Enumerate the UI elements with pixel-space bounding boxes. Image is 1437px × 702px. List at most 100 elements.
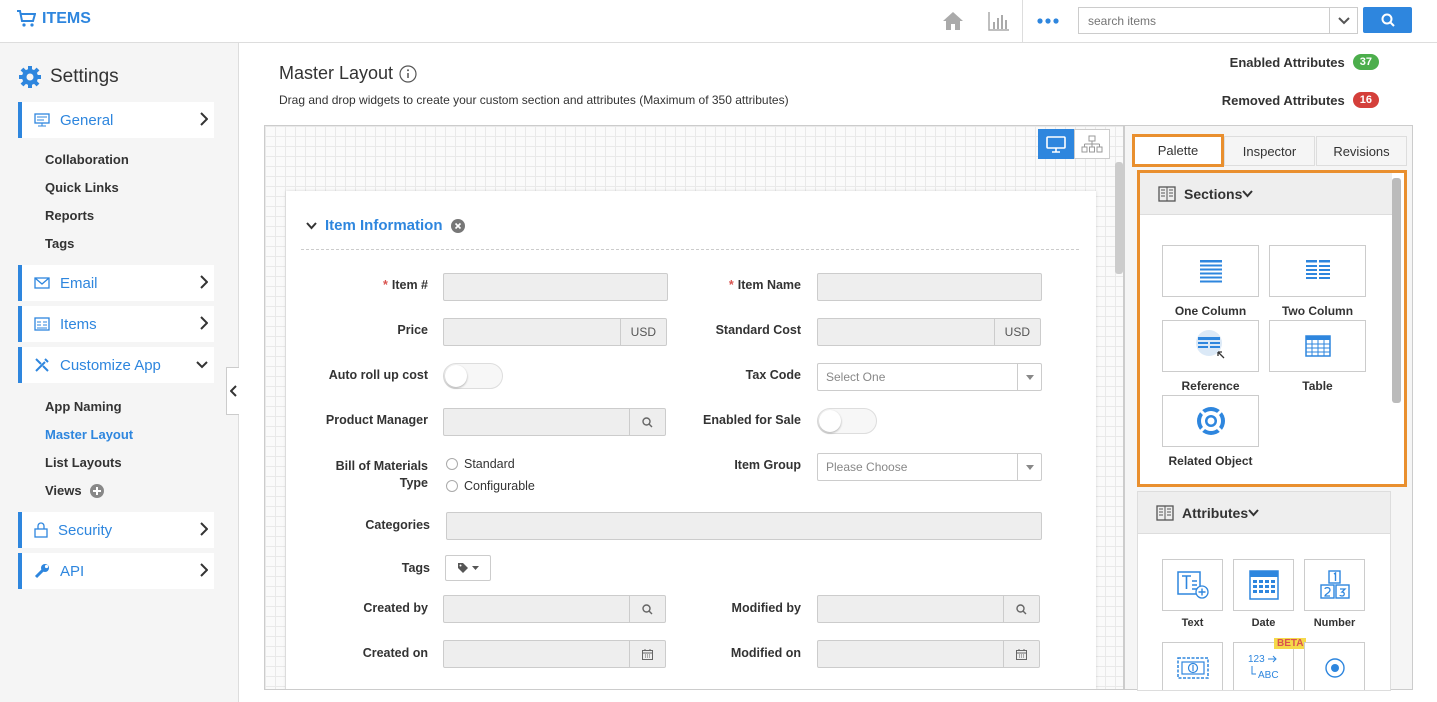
views-label: Views — [45, 483, 82, 498]
section-header[interactable]: Item Information — [306, 217, 465, 234]
standard-cost-field[interactable]: USD — [817, 318, 1041, 346]
sidebar-subitem-reports[interactable]: Reports — [45, 208, 94, 223]
tags-dropdown[interactable] — [445, 555, 491, 581]
one-column-icon — [1199, 260, 1222, 283]
item-group-select[interactable]: Please Choose — [817, 453, 1042, 481]
sidebar-subitem-views[interactable]: Views — [45, 483, 104, 498]
reports-button[interactable] — [976, 0, 1022, 42]
product-manager-field[interactable] — [443, 408, 666, 436]
palette-scrollbar[interactable] — [1392, 178, 1401, 403]
sidebar-item-api[interactable]: API — [18, 553, 214, 589]
related-object-widget[interactable] — [1162, 395, 1259, 447]
sidebar-subitem-master-layout[interactable]: Master Layout — [45, 427, 133, 442]
auto-roll-up-toggle[interactable] — [443, 363, 503, 389]
item-name-field[interactable] — [817, 273, 1042, 301]
section-title: Item Information — [325, 217, 443, 234]
modified-by-field[interactable] — [817, 595, 1040, 623]
date-picker-button[interactable] — [1003, 641, 1039, 667]
sidebar-item-label: Items — [60, 315, 97, 333]
sidebar-item-customize-app[interactable]: Customize App — [18, 347, 214, 383]
auto-roll-up-label: Auto roll up cost — [328, 368, 428, 382]
chevron-right-icon — [200, 563, 208, 577]
sections-header[interactable]: Sections — [1140, 173, 1392, 215]
search-input[interactable] — [1079, 8, 1329, 33]
removed-attributes[interactable]: Removed Attributes 16 — [1222, 92, 1379, 108]
sections-palette: Sections One Column Two Column Reference… — [1137, 170, 1407, 487]
reference-icon — [1195, 330, 1224, 359]
svg-text:123: 123 — [1248, 654, 1265, 665]
layout-canvas: Item Information * Item # * Item Name Pric… — [264, 125, 1124, 690]
sidebar-item-general[interactable]: General — [18, 102, 214, 138]
tax-code-select[interactable]: Select One — [817, 363, 1042, 391]
removed-attributes-label: Removed Attributes — [1221, 92, 1345, 108]
calendar-grid-icon — [1248, 570, 1279, 600]
sidebar-item-security[interactable]: Security — [18, 512, 214, 548]
date-attribute-widget[interactable] — [1233, 559, 1294, 611]
date-attribute-label: Date — [1251, 617, 1276, 629]
sidebar-item-email[interactable]: Email — [18, 265, 214, 301]
item-number-field[interactable] — [443, 273, 668, 301]
tab-revisions[interactable]: Revisions — [1316, 136, 1407, 166]
enabled-for-sale-toggle[interactable] — [817, 408, 877, 434]
sidebar-subitem-collaboration[interactable]: Collaboration — [45, 152, 129, 167]
view-toggle — [1038, 129, 1110, 159]
canvas-scrollbar[interactable] — [1115, 162, 1123, 274]
date-picker-button[interactable] — [629, 641, 665, 667]
table-widget[interactable] — [1269, 320, 1366, 372]
number-to-text-attribute-widget[interactable]: 123 ABC — [1233, 642, 1294, 690]
enabled-attributes[interactable]: Enabled Attributes 37 — [1230, 54, 1379, 70]
more-button[interactable] — [1022, 0, 1072, 42]
lookup-button[interactable] — [1003, 596, 1039, 622]
two-column-icon — [1305, 260, 1330, 279]
tag-icon — [458, 563, 468, 573]
modified-on-field[interactable] — [817, 640, 1040, 668]
cart-icon — [17, 10, 36, 27]
sitemap-icon — [1081, 135, 1103, 153]
bom-standard-radio[interactable]: Standard — [446, 457, 515, 471]
created-on-field[interactable] — [443, 640, 666, 668]
sidebar-item-label: General — [60, 111, 114, 129]
sidebar-item-label: Security — [58, 521, 113, 539]
bom-configurable-radio[interactable]: Configurable — [446, 479, 535, 493]
categories-field[interactable] — [446, 512, 1042, 540]
settings-heading: Settings — [18, 65, 119, 89]
sidebar-subitem-tags[interactable]: Tags — [45, 236, 74, 251]
text-attribute-widget[interactable] — [1162, 559, 1223, 611]
tree-view-button[interactable] — [1074, 129, 1110, 159]
created-by-field[interactable] — [443, 595, 666, 623]
radio-circle — [446, 480, 458, 492]
sidebar-collapse-button[interactable] — [226, 367, 239, 415]
sidebar-subitem-list-layouts[interactable]: List Layouts — [45, 455, 122, 470]
radio-attribute-widget[interactable] — [1304, 642, 1365, 690]
price-field[interactable]: USD — [443, 318, 667, 346]
envelope-icon — [34, 277, 50, 289]
tab-inspector[interactable]: Inspector — [1224, 136, 1315, 166]
reference-widget[interactable] — [1162, 320, 1259, 372]
bar-chart-icon — [988, 12, 1009, 31]
app-title-label: ITEMS — [42, 10, 91, 27]
home-button[interactable] — [930, 0, 976, 42]
search-dropdown[interactable] — [1329, 8, 1357, 33]
sidebar-subitem-app-naming[interactable]: App Naming — [45, 399, 122, 414]
search-button[interactable] — [1363, 7, 1412, 33]
one-column-widget[interactable] — [1162, 245, 1259, 297]
sidebar-item-items[interactable]: Items — [18, 306, 214, 342]
close-circle-icon[interactable] — [450, 218, 465, 233]
modified-by-label: Modified by — [731, 601, 801, 615]
tab-palette[interactable]: Palette — [1132, 134, 1224, 167]
number-attribute-widget[interactable] — [1304, 559, 1365, 611]
search-icon — [642, 603, 653, 614]
plus-circle-icon[interactable] — [89, 483, 104, 498]
currency-attribute-widget[interactable] — [1162, 642, 1223, 690]
attributes-header[interactable]: Attributes — [1138, 492, 1390, 534]
radio-circle — [446, 458, 458, 470]
lookup-button[interactable] — [629, 596, 665, 622]
top-icons — [930, 0, 1072, 42]
two-column-widget[interactable] — [1269, 245, 1366, 297]
info-icon[interactable] — [399, 64, 417, 83]
desktop-view-button[interactable] — [1038, 129, 1074, 159]
caret-down-icon — [1025, 464, 1034, 470]
app-title[interactable]: ITEMS — [16, 10, 91, 28]
lookup-button[interactable] — [629, 409, 665, 435]
sidebar-subitem-quick-links[interactable]: Quick Links — [45, 180, 119, 195]
